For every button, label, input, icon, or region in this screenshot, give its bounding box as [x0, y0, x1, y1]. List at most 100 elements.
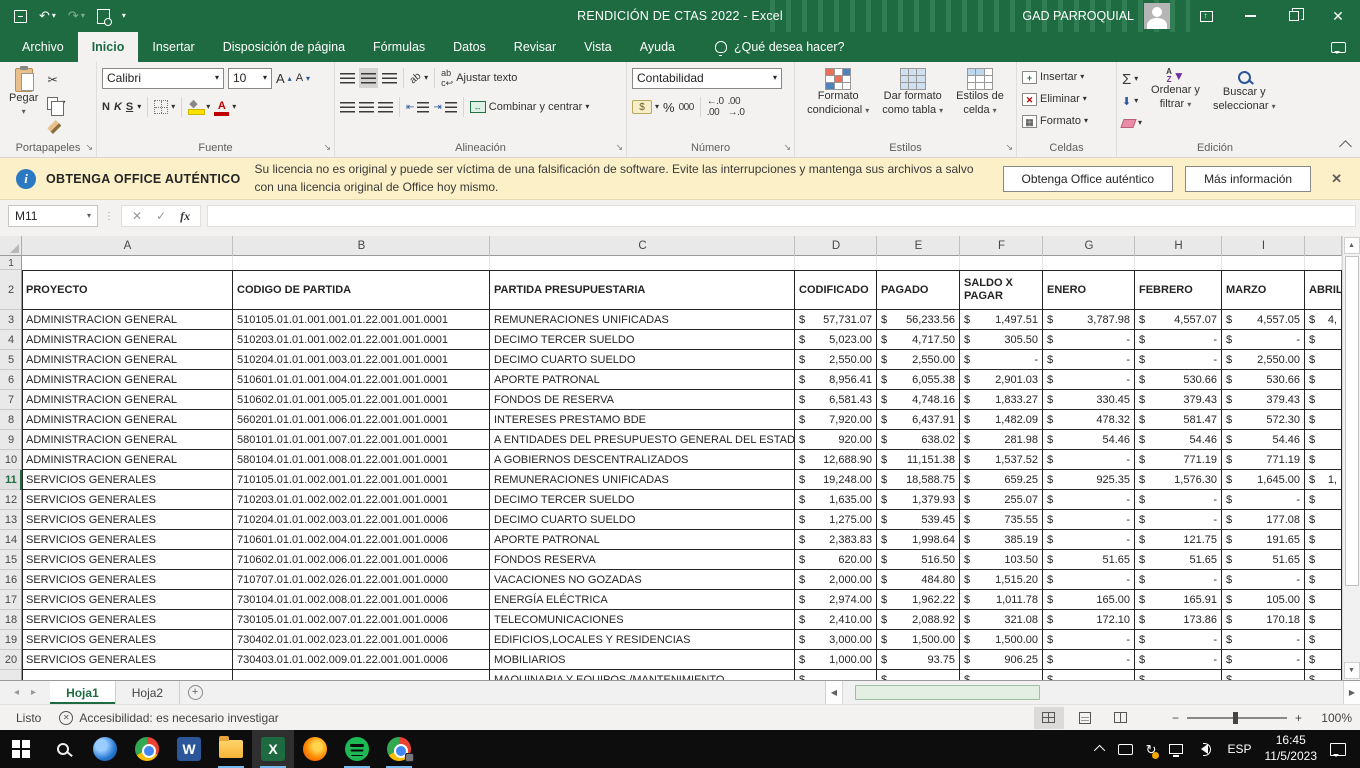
cell[interactable]: $2,550.00 [877, 350, 960, 370]
column-header-A[interactable]: A [22, 236, 233, 256]
font-name-select[interactable]: Calibri▾ [102, 68, 224, 89]
cell[interactable]: 730105.01.01.002.007.01.22.001.001.0006 [233, 610, 490, 630]
cell[interactable] [1043, 256, 1135, 270]
cell[interactable]: $- [1043, 450, 1135, 470]
cell[interactable]: $379.43 [1135, 390, 1222, 410]
cell[interactable]: ADMINISTRACION GENERAL [22, 370, 233, 390]
align-bottom-button[interactable] [382, 68, 397, 88]
cell[interactable]: $177.08 [1222, 510, 1305, 530]
cell[interactable]: $ [1305, 430, 1342, 450]
tab-archivo[interactable]: Archivo [8, 32, 78, 62]
cell[interactable]: 730104.01.01.002.008.01.22.001.001.0006 [233, 590, 490, 610]
tab-ayuda[interactable]: Ayuda [626, 32, 689, 62]
cell[interactable]: $1,500.00 [877, 630, 960, 650]
zoom-slider[interactable] [1187, 717, 1287, 719]
cell[interactable]: $305.50 [960, 330, 1043, 350]
tab-insertar[interactable]: Insertar [138, 32, 208, 62]
scroll-right-icon[interactable]: ▶ [1343, 681, 1360, 704]
restore-button[interactable] [1272, 0, 1316, 32]
decrease-indent-button[interactable]: ⇤ [406, 97, 429, 117]
cell[interactable]: $ [1222, 670, 1305, 680]
minimize-button[interactable] [1228, 0, 1272, 32]
cell[interactable]: $6,437.91 [877, 410, 960, 430]
wrap-text-button[interactable]: abc↩Ajustar texto [441, 68, 517, 88]
cell[interactable]: $6,055.38 [877, 370, 960, 390]
header-cell[interactable]: SALDO X PAGAR [960, 270, 1043, 310]
cell[interactable]: $4,748.16 [877, 390, 960, 410]
formula-bar-splitter[interactable]: ⋮ [104, 211, 115, 222]
cell[interactable]: $1,645.00 [1222, 470, 1305, 490]
format-cells-button[interactable]: ▦Formato▾ [1022, 111, 1088, 131]
save-button[interactable] [14, 10, 27, 23]
cell[interactable]: A GOBIERNOS DESCENTRALIZADOS [490, 450, 795, 470]
tab-disposicion[interactable]: Disposición de página [209, 32, 359, 62]
cell[interactable]: TELECOMUNICACIONES [490, 610, 795, 630]
dialog-launcher-icon[interactable]: ↘ [1005, 142, 1013, 153]
tab-datos[interactable]: Datos [439, 32, 500, 62]
cell[interactable]: $- [1043, 570, 1135, 590]
cell[interactable]: $ [1305, 390, 1342, 410]
cell[interactable]: $- [1043, 510, 1135, 530]
align-top-button[interactable] [340, 68, 355, 88]
cell[interactable]: $- [1222, 650, 1305, 670]
cell[interactable]: SERVICIOS GENERALES [22, 550, 233, 570]
cell[interactable]: $ [1305, 490, 1342, 510]
cell[interactable]: SERVICIOS GENERALES [22, 470, 233, 490]
get-office-button[interactable]: Obtenga Office auténtico [1003, 166, 1174, 192]
cell[interactable]: 560201.01.01.001.006.01.22.001.001.0001 [233, 410, 490, 430]
cell[interactable]: MAQUINARIA Y EQUIPOS /MANTENIMIENTO [490, 670, 795, 680]
cell[interactable]: $620.00 [795, 550, 877, 570]
cell[interactable]: $2,000.00 [795, 570, 877, 590]
zoom-in-button[interactable]: + [1295, 711, 1302, 725]
cell[interactable]: $1,379.93 [877, 490, 960, 510]
autosum-button[interactable]: Σ▾ [1122, 69, 1142, 89]
cell[interactable]: $- [1043, 370, 1135, 390]
customize-qat-button[interactable]: ▾ [122, 12, 126, 20]
row-header-17[interactable]: 17 [0, 590, 22, 610]
cell[interactable]: $103.50 [960, 550, 1043, 570]
cell[interactable]: APORTE PATRONAL [490, 370, 795, 390]
cell[interactable]: DECIMO TERCER SUELDO [490, 490, 795, 510]
cell-styles-button[interactable]: Estilos de celda ▾ [952, 65, 1008, 121]
vertical-scrollbar[interactable]: ▲ ▼ [1342, 236, 1360, 680]
cell[interactable]: $659.25 [960, 470, 1043, 490]
dialog-launcher-icon[interactable]: ↘ [615, 142, 623, 153]
cell[interactable]: $1,537.52 [960, 450, 1043, 470]
column-header-E[interactable]: E [877, 236, 960, 256]
cell[interactable]: $321.08 [960, 610, 1043, 630]
cell[interactable]: $530.66 [1222, 370, 1305, 390]
normal-view-button[interactable] [1034, 707, 1064, 729]
cell[interactable]: $2,088.92 [877, 610, 960, 630]
header-cell[interactable]: ENERO [1043, 270, 1135, 310]
cell[interactable]: $1,497.51 [960, 310, 1043, 330]
row-header-14[interactable]: 14 [0, 530, 22, 550]
cell[interactable]: $- [1135, 630, 1222, 650]
cell[interactable]: $ [1305, 530, 1342, 550]
cell[interactable]: $51.65 [1222, 550, 1305, 570]
cell[interactable]: ENERGÍA ELÉCTRICA [490, 590, 795, 610]
cell[interactable]: $484.80 [877, 570, 960, 590]
dialog-launcher-icon[interactable]: ↘ [85, 142, 93, 153]
cell[interactable]: $ [1305, 370, 1342, 390]
cell[interactable]: $165.91 [1135, 590, 1222, 610]
cell[interactable]: $572.30 [1222, 410, 1305, 430]
cell[interactable]: SERVICIOS GENERALES [22, 530, 233, 550]
cell[interactable]: $- [1222, 490, 1305, 510]
increase-decimal-button[interactable]: ←.0.00 [707, 97, 724, 117]
cell[interactable]: $54.46 [1043, 430, 1135, 450]
row-header-15[interactable]: 15 [0, 550, 22, 570]
cell[interactable]: $920.00 [795, 430, 877, 450]
cell[interactable]: $2,383.83 [795, 530, 877, 550]
cell[interactable]: $4,717.50 [877, 330, 960, 350]
column-header-F[interactable]: F [960, 236, 1043, 256]
network-icon[interactable] [1169, 744, 1183, 754]
column-header-D[interactable]: D [795, 236, 877, 256]
cell[interactable]: $330.45 [1043, 390, 1135, 410]
row-header-2[interactable]: 2 [0, 270, 22, 310]
language-indicator[interactable]: ESP [1227, 742, 1251, 756]
cell[interactable]: 510602.01.01.001.005.01.22.001.001.0001 [233, 390, 490, 410]
cell[interactable]: $19,248.00 [795, 470, 877, 490]
header-cell[interactable]: ABRIL [1305, 270, 1342, 310]
cell[interactable]: 580101.01.01.001.007.01.22.001.001.0001 [233, 430, 490, 450]
cell[interactable]: $ [1305, 670, 1342, 680]
